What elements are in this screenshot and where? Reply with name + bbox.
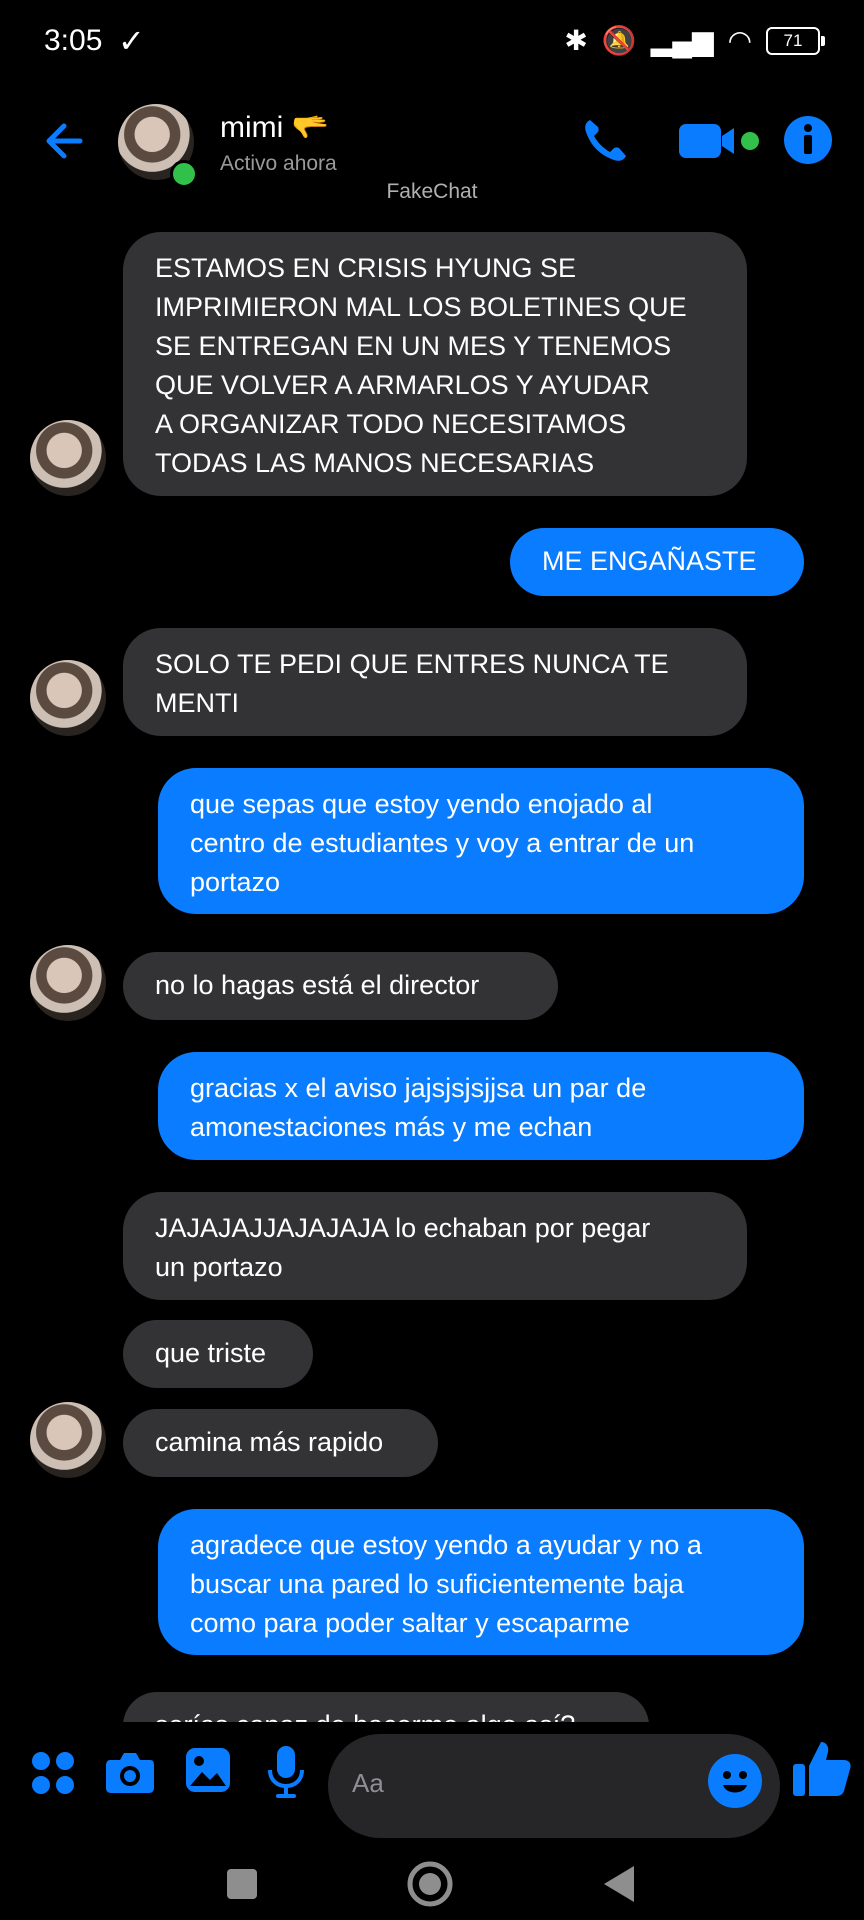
system-navigation-bar (0, 1840, 864, 1920)
checkmark-icon: ✓ (118, 23, 145, 59)
status-time: 3:05 (44, 24, 103, 57)
contact-name[interactable]: mimi 🫳 (220, 110, 329, 145)
sender-avatar[interactable] (30, 660, 106, 736)
message-bubble-sent[interactable]: gracias x el aviso jajsjsjsjjsa un par d… (158, 1052, 804, 1160)
bell-off-icon: 🔕 (601, 25, 637, 56)
contact-emoji: 🫳 (291, 111, 330, 144)
battery-icon: 71 (766, 26, 825, 55)
emoji-icon[interactable] (708, 1754, 762, 1808)
message-composer: Aa (0, 1730, 864, 1840)
message-bubble-sent[interactable]: agradece que estoy yendo a ayudar y no a… (158, 1509, 804, 1655)
apps-menu-icon[interactable] (30, 1750, 76, 1796)
back-button-icon[interactable] (600, 1864, 636, 1904)
message-bubble-received[interactable]: SOLO TE PEDI QUE ENTRES NUNCA TE MENTI (123, 628, 747, 736)
signal-icon: ▂▄▆ (650, 25, 714, 56)
message-bubble-sent[interactable]: ME ENGAÑASTE (510, 528, 804, 596)
watermark: FakeChat (386, 180, 478, 203)
bluetooth-icon: ✱ (564, 25, 588, 56)
phone-icon[interactable] (578, 114, 632, 168)
gallery-icon[interactable] (184, 1746, 232, 1794)
presence-status: Activo ahora (220, 152, 337, 175)
sender-avatar[interactable] (30, 420, 106, 496)
home-button-icon[interactable] (406, 1860, 454, 1908)
recents-button-icon[interactable] (226, 1868, 258, 1900)
status-icons: ✱ 🔕 ▂▄▆ ◠ 71 (564, 24, 825, 57)
thumbs-up-icon[interactable] (790, 1736, 854, 1800)
status-bar: 3:05 ✓ ✱ 🔕 ▂▄▆ ◠ 71 (0, 0, 864, 90)
back-arrow-icon[interactable] (40, 116, 90, 166)
message-input-placeholder: Aa (352, 1768, 384, 1798)
info-icon[interactable] (782, 114, 834, 166)
video-call-icon[interactable] (676, 114, 766, 168)
wifi-icon: ◠ (727, 25, 752, 56)
sender-avatar[interactable] (30, 1402, 106, 1478)
message-bubble-received[interactable]: ESTAMOS EN CRISIS HYUNG SE IMPRIMIERON M… (123, 232, 747, 496)
message-bubble-received[interactable]: JAJAJAJJAJAJAJA lo echaban por pegar un … (123, 1192, 747, 1300)
message-bubble-received[interactable]: no lo hagas está el director (123, 952, 558, 1020)
message-bubble-sent[interactable]: que sepas que estoy yendo enojado al cen… (158, 768, 804, 914)
message-input[interactable]: Aa (328, 1734, 780, 1838)
message-clip: serías capaz de hacerme algo así? (0, 1692, 864, 1722)
camera-icon[interactable] (104, 1748, 156, 1796)
message-bubble-received[interactable]: camina más rapido (123, 1409, 438, 1477)
microphone-icon[interactable] (266, 1744, 306, 1800)
message-bubble-received[interactable]: serías capaz de hacerme algo así? (123, 1692, 649, 1722)
message-bubble-received[interactable]: que triste (123, 1320, 313, 1388)
sender-avatar[interactable] (30, 945, 106, 1021)
